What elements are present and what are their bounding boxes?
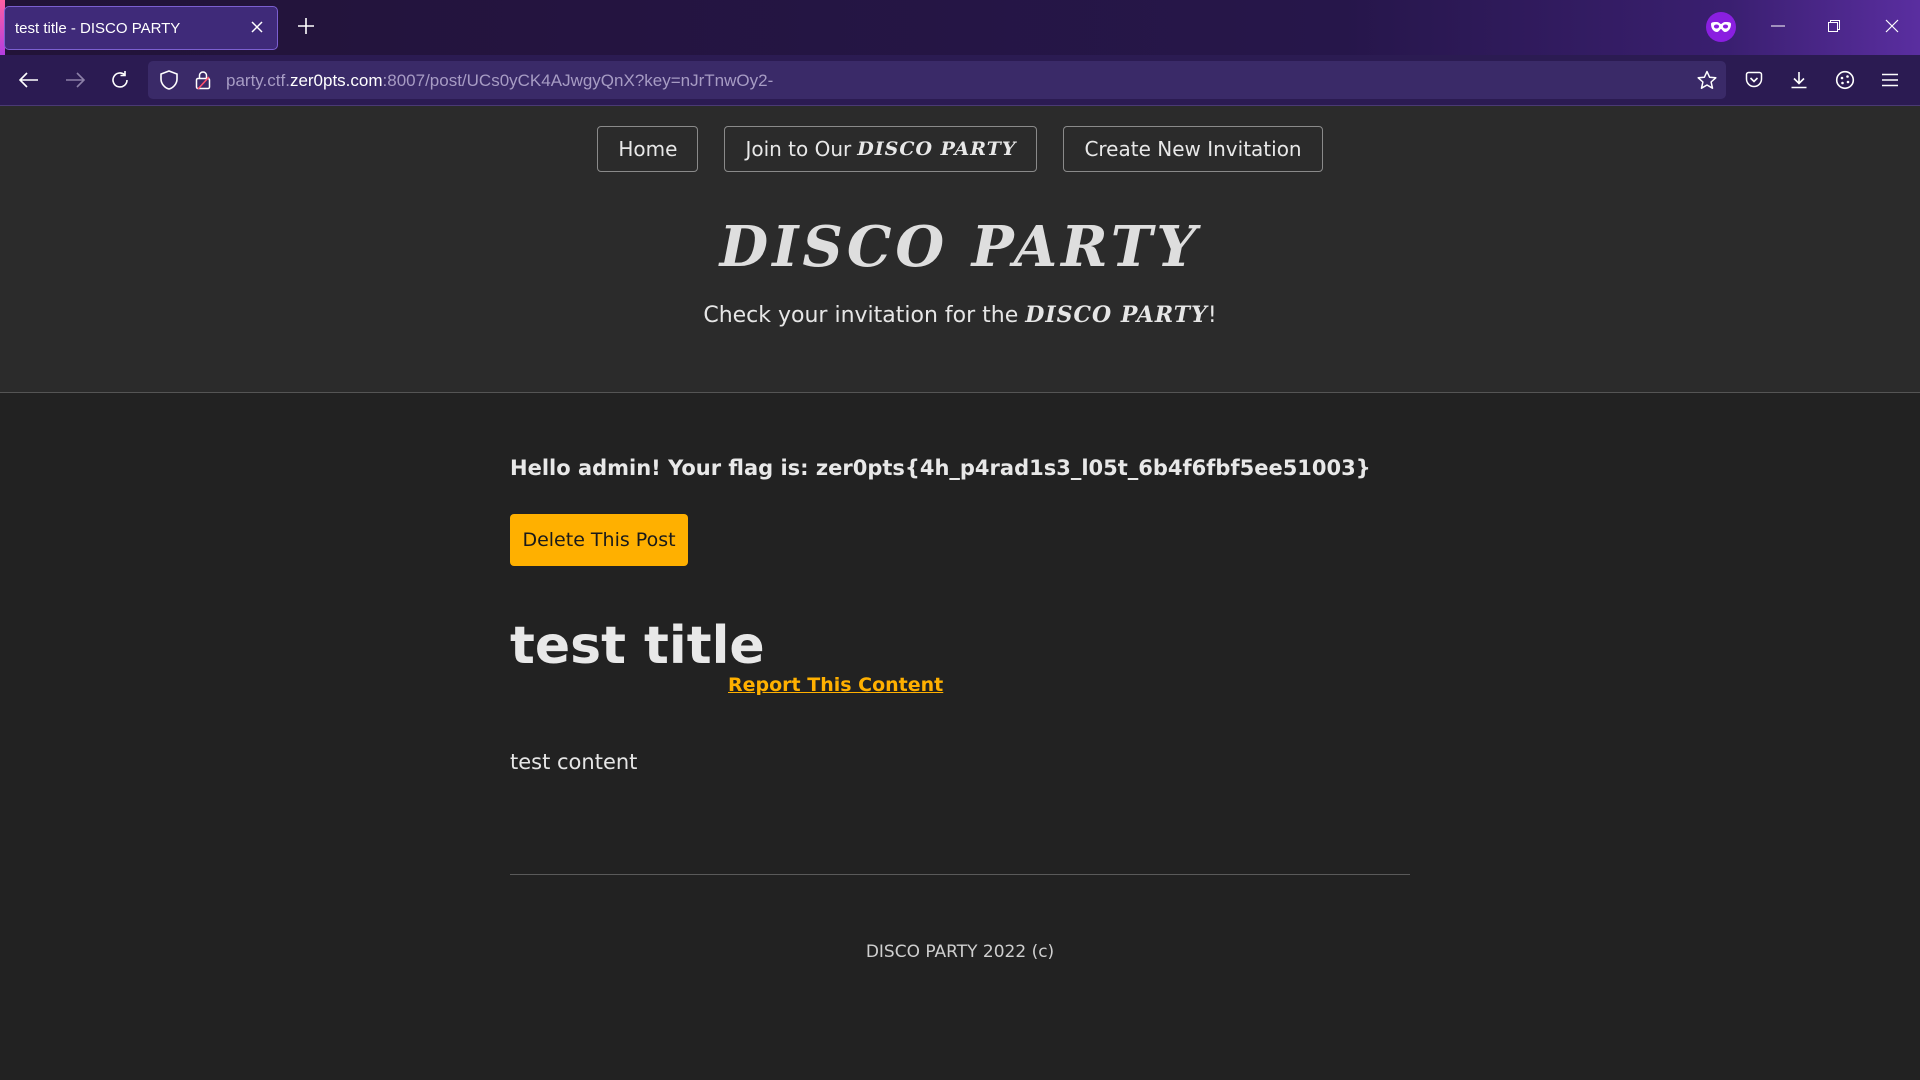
nav-join-label: Join to Our	[745, 137, 852, 161]
top-navigation: Home Join to Our DISCO PARTY Create New I…	[0, 126, 1920, 172]
subtitle-brand: DISCO PARTY	[1025, 302, 1208, 328]
star-bookmark-icon[interactable]	[1692, 65, 1722, 95]
lock-icon[interactable]	[188, 65, 218, 95]
nav-join-button[interactable]: Join to Our DISCO PARTY	[724, 126, 1038, 172]
delete-post-button[interactable]: Delete This Post	[510, 514, 688, 566]
nav-join-brand: DISCO PARTY	[857, 138, 1017, 160]
nav-home-label: Home	[618, 137, 678, 161]
url-text[interactable]: party.ctf.zer0pts.com:8007/post/UCs0yCK4…	[226, 71, 773, 91]
url-host: zer0pts.com	[289, 71, 383, 90]
pocket-icon[interactable]	[1739, 65, 1769, 95]
site-subtitle: Check your invitation for the DISCO PART…	[0, 302, 1920, 328]
url-bar[interactable]: party.ctf.zer0pts.com:8007/post/UCs0yCK4…	[148, 61, 1726, 99]
tab-title: test title - DISCO PARTY	[15, 19, 181, 37]
subtitle-suffix: !	[1207, 303, 1217, 328]
url-prefix: party.ctf.	[226, 71, 290, 90]
site-title: DISCO PARTY	[719, 214, 1201, 280]
nav-create-label: Create New Invitation	[1084, 137, 1302, 161]
private-browsing-mask-icon	[1706, 12, 1736, 42]
extensions-icon[interactable]	[1830, 65, 1860, 95]
flag-message: Hello admin! Your flag is: zer0pts{4h_p4…	[510, 456, 1371, 480]
forward-arrow-icon[interactable]	[60, 65, 90, 95]
report-content-link[interactable]: Report This Content	[728, 674, 943, 696]
browser-tab[interactable]: test title - DISCO PARTY	[4, 6, 278, 50]
minimize-icon[interactable]	[1756, 6, 1800, 46]
browser-navbar: party.ctf.zer0pts.com:8007/post/UCs0yCK4…	[0, 55, 1920, 106]
new-tab-icon[interactable]	[294, 14, 318, 38]
restore-icon[interactable]	[1812, 6, 1856, 46]
web-page: Home Join to Our DISCO PARTY Create New I…	[0, 106, 1920, 1080]
browser-titlebar: test title - DISCO PARTY	[0, 0, 1920, 55]
footer-divider	[510, 874, 1410, 875]
nav-home-button[interactable]: Home	[597, 126, 699, 172]
footer-text: DISCO PARTY 2022 (c)	[865, 942, 1055, 962]
back-arrow-icon[interactable]	[14, 65, 44, 95]
nav-create-invitation-button[interactable]: Create New Invitation	[1063, 126, 1323, 172]
post-title: test title	[510, 616, 765, 676]
download-icon[interactable]	[1784, 65, 1814, 95]
page-header: Home Join to Our DISCO PARTY Create New I…	[0, 106, 1920, 393]
close-icon[interactable]	[247, 17, 267, 37]
window-close-icon[interactable]	[1870, 6, 1914, 46]
post-body: test content	[510, 750, 638, 774]
url-path: :8007/post/UCs0yCK4AJwgyQnX?key=nJrTnwOy…	[382, 71, 774, 90]
hamburger-menu-icon[interactable]	[1875, 65, 1905, 95]
tracking-protection-shield-icon[interactable]	[154, 65, 184, 95]
reload-icon[interactable]	[105, 65, 135, 95]
subtitle-text: Check your invitation for the	[703, 303, 1019, 328]
